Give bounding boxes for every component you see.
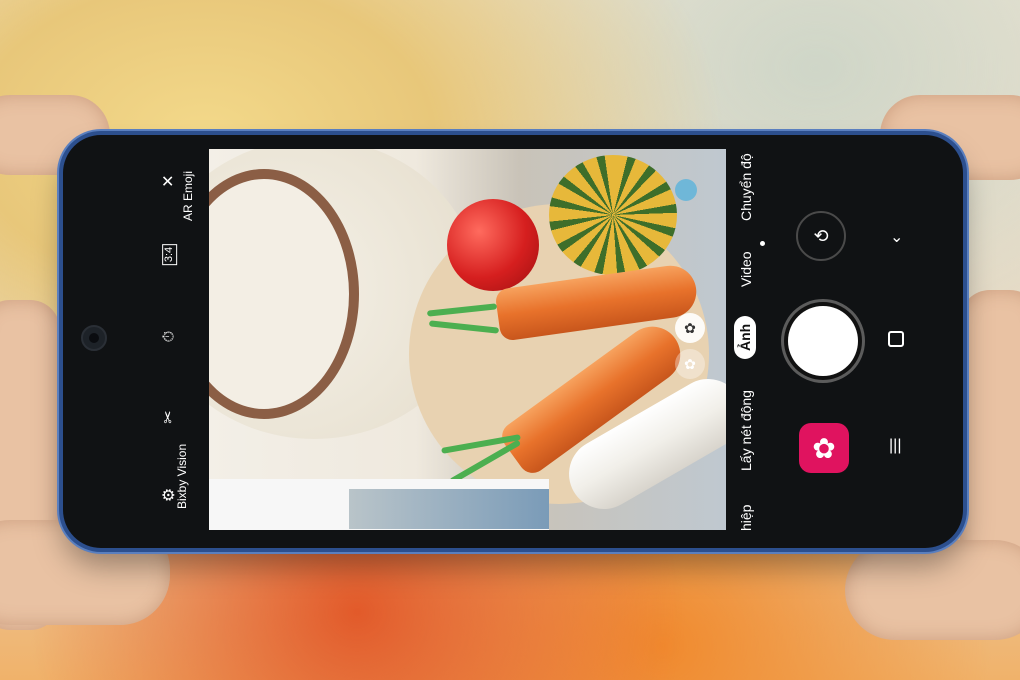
aspect-ratio-icon[interactable]: 3:4 bbox=[162, 243, 178, 266]
camera-left-toolbar: AR Emoji ✕ 3:4 ⏱ ✂ Bixby Vision ⚙ bbox=[113, 149, 209, 534]
home-button-icon[interactable] bbox=[888, 331, 904, 347]
settings-gear-icon[interactable]: ⚙ bbox=[161, 488, 178, 502]
mode-live-focus[interactable]: Lấy nét động bbox=[738, 390, 754, 471]
beauty-filter-icon[interactable]: ✿ bbox=[675, 313, 705, 343]
tomato bbox=[447, 199, 539, 291]
front-camera-notch bbox=[81, 325, 107, 351]
phone: AR Emoji ✕ 3:4 ⏱ ✂ Bixby Vision ⚙ ✿ ✿ hi… bbox=[63, 135, 963, 548]
effects-icon[interactable]: ✿ bbox=[675, 349, 705, 379]
mode-hyperlapse[interactable]: hiệp bbox=[738, 505, 754, 531]
chevron-down-icon[interactable]: ⌄ bbox=[890, 227, 903, 247]
mode-indicator-dot bbox=[760, 241, 765, 246]
paper-photo bbox=[349, 489, 549, 529]
recent-apps-icon[interactable]: ||| bbox=[889, 437, 901, 455]
ratio-label: 3:4 bbox=[163, 246, 176, 263]
bixby-flower-icon[interactable]: ✿ bbox=[799, 423, 849, 473]
right-thumb-bottom bbox=[845, 540, 1020, 640]
ar-sticker-icon[interactable]: ✂ bbox=[161, 410, 178, 423]
zoom-indicator-icon[interactable] bbox=[675, 179, 697, 201]
flash-off-icon[interactable]: ✕ bbox=[161, 174, 178, 187]
mode-photo[interactable]: Ảnh bbox=[734, 315, 756, 359]
mode-video[interactable]: Video bbox=[738, 251, 754, 287]
switch-camera-icon[interactable]: ⟲ bbox=[796, 211, 846, 261]
ar-emoji-label[interactable]: AR Emoji bbox=[181, 171, 195, 221]
mode-slow-motion[interactable]: Chuyển độ bbox=[738, 153, 754, 221]
camera-right-toolbar: hiệp Lấy nét động Ảnh Video Chuyển độ ⟲ … bbox=[726, 149, 963, 531]
timer-icon[interactable]: ⏱ bbox=[160, 331, 177, 343]
pumpkin bbox=[549, 155, 677, 275]
shutter-button[interactable] bbox=[788, 306, 858, 376]
camera-viewfinder[interactable]: ✿ ✿ bbox=[209, 149, 726, 530]
